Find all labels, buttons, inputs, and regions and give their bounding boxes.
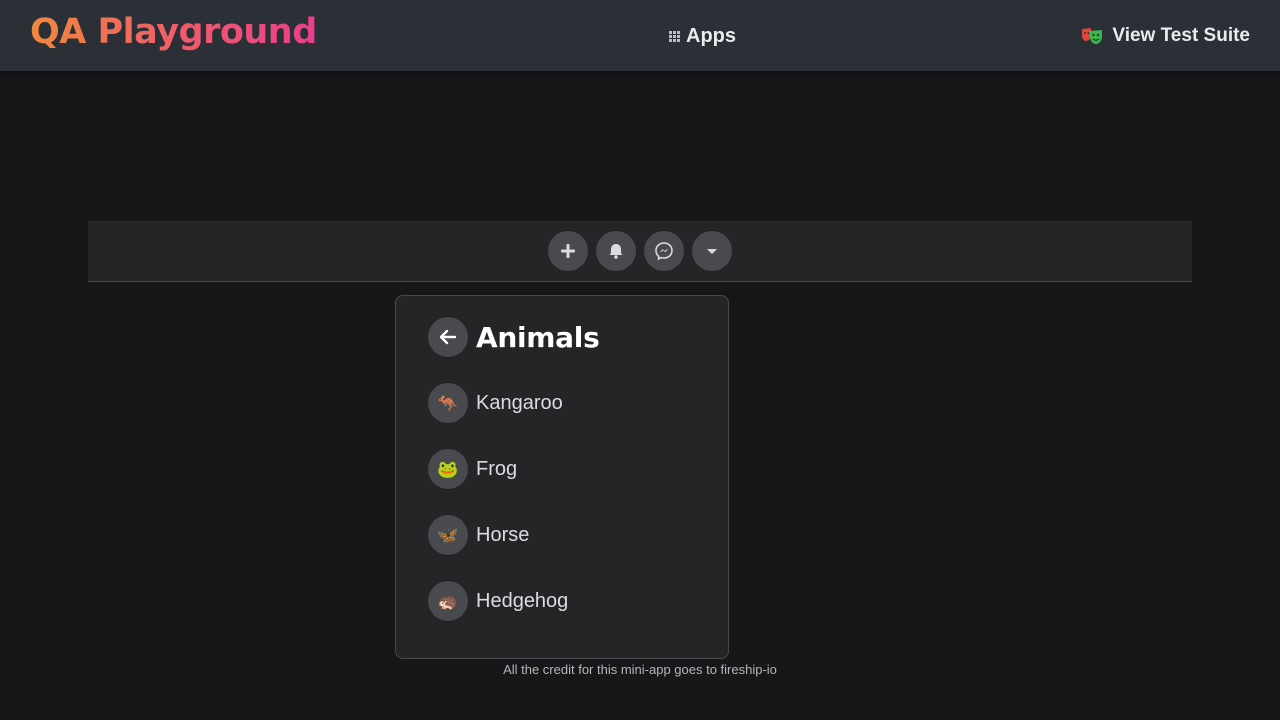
messenger-navbar [88,221,1192,282]
menu-item-label: Frog [476,457,518,480]
hedgehog-icon: 🦔 [428,581,468,621]
brand-logo[interactable]: QA Playground [30,12,317,52]
menu-item-frog[interactable]: 🐸 Frog [428,444,696,494]
bell-icon [609,244,623,259]
back-button[interactable] [428,317,468,357]
credit-text: All the credit for this mini-app goes to… [503,662,777,677]
theater-masks-icon [1082,28,1103,44]
menu-title: Animals [476,320,600,354]
plus-button[interactable] [548,231,588,271]
caret-dropdown-button[interactable] [692,231,732,271]
menu-item-hedgehog[interactable]: 🦔 Hedgehog [428,576,696,626]
butterfly-icon: 🦋 [428,515,468,555]
view-test-suite-link[interactable]: View Test Suite [1080,23,1250,49]
menu-item-horse[interactable]: 🦋 Horse [428,510,696,560]
animals-menu: Animals 🦘 Kangaroo 🐸 Frog 🦋 Horse 🦔 Hedg [396,296,728,642]
messenger-icon [655,242,673,261]
view-test-suite-label: View Test Suite [1112,25,1250,46]
kangaroo-icon: 🦘 [428,383,468,423]
arrow-left-icon [439,329,457,345]
bell-button[interactable] [596,231,636,271]
menu-item-label: Kangaroo [476,391,563,414]
menu-item-label: Horse [476,523,530,546]
grid-icon [669,30,680,42]
messenger-button[interactable] [644,231,684,271]
caret-down-icon [707,249,717,254]
plus-icon [561,244,575,258]
menu-item-label: Hedgehog [476,589,569,612]
apps-link-label: Apps [686,24,736,47]
apps-link[interactable]: Apps [669,23,736,49]
dropdown-menu: Animals 🦘 Kangaroo 🐸 Frog 🦋 Horse 🦔 Hedg [395,295,729,659]
frog-icon: 🐸 [428,449,468,489]
menu-back-item[interactable]: Animals [428,312,696,362]
navbar-buttons [548,231,732,271]
menu-item-kangaroo[interactable]: 🦘 Kangaroo [428,378,696,428]
top-header: QA Playground Apps View Test Suite [0,0,1280,71]
